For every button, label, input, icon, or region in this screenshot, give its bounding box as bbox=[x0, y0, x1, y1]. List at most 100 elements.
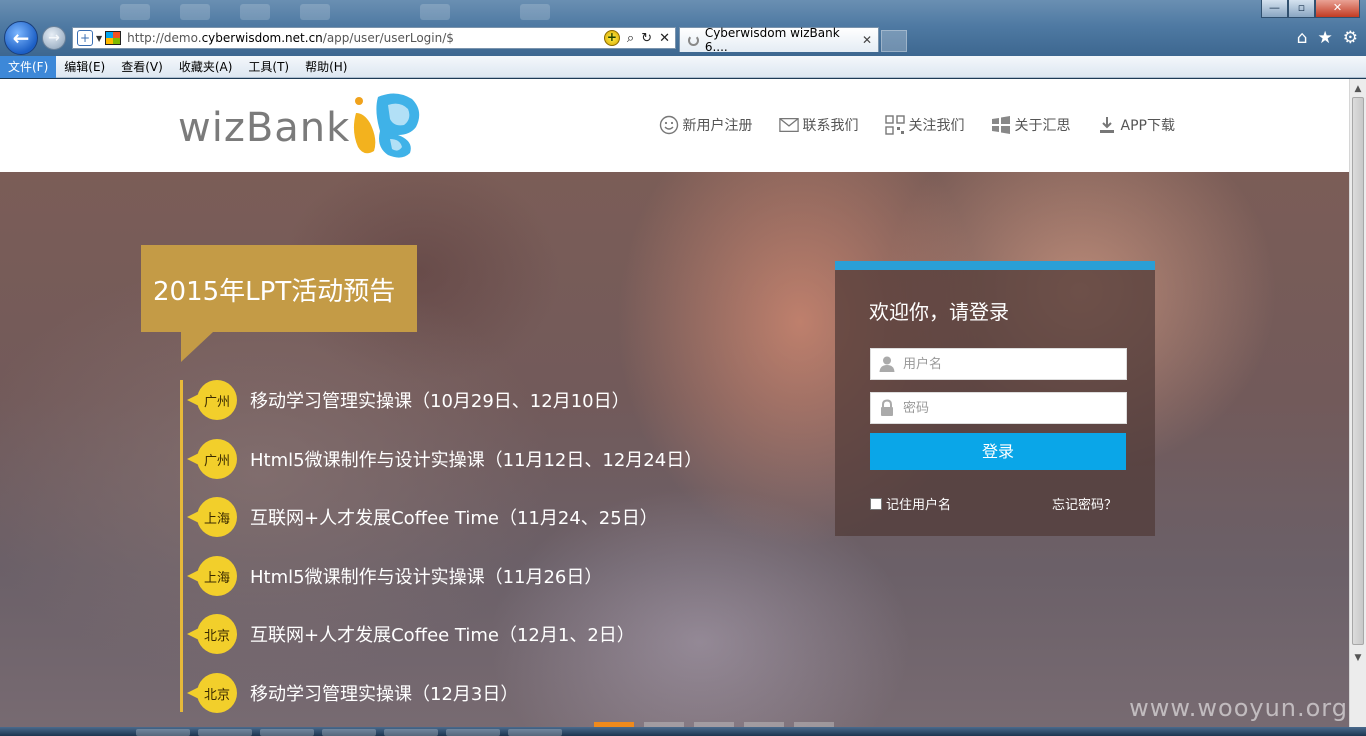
loading-icon bbox=[688, 34, 699, 46]
event-text[interactable]: 移动学习管理实操课（12月3日） bbox=[250, 680, 518, 706]
desktop-deco bbox=[240, 4, 270, 20]
event-item[interactable]: 上海 Html5微课制作与设计实操课（11月26日） bbox=[187, 556, 602, 596]
tab-title: Cyberwisdom wizBank 6.... bbox=[704, 26, 840, 54]
taskbar-item[interactable] bbox=[198, 729, 252, 736]
browser-tab[interactable]: Cyberwisdom wizBank 6.... ✕ bbox=[679, 26, 879, 54]
taskbar-item[interactable] bbox=[446, 729, 500, 736]
address-bar[interactable]: + ▼ http://demo.cyberwisdom.net.cn/app/u… bbox=[72, 27, 676, 49]
event-item[interactable]: 广州 移动学习管理实操课（10月29日、12月10日） bbox=[187, 380, 630, 420]
addon-icon[interactable]: + bbox=[603, 30, 620, 46]
nav-contact[interactable]: 联系我们 bbox=[778, 115, 859, 135]
event-text[interactable]: 互联网+人才发展Coffee Time（11月24、25日） bbox=[250, 504, 658, 530]
nav-contact-label: 联系我们 bbox=[802, 118, 859, 134]
settings-gear-icon[interactable]: ⚙ bbox=[1343, 28, 1358, 48]
smiley-icon bbox=[659, 115, 678, 135]
taskbar-item[interactable] bbox=[260, 729, 314, 736]
windows-icon bbox=[991, 116, 1010, 134]
maximize-button[interactable]: ▫ bbox=[1288, 0, 1315, 18]
city-badge: 北京 bbox=[197, 673, 237, 713]
username-input[interactable] bbox=[903, 350, 1113, 378]
menu-bar: 文件(F) 编辑(E) 查看(V) 收藏夹(A) 工具(T) 帮助(H) bbox=[0, 55, 1366, 78]
browser-titlebar: — ▫ ✕ ← → + ▼ http://demo.cyberwisdom.ne… bbox=[0, 0, 1366, 56]
url-text[interactable]: http://demo.cyberwisdom.net.cn/app/user/… bbox=[127, 31, 454, 45]
minimize-button[interactable]: — bbox=[1261, 0, 1288, 18]
stop-icon[interactable]: ✕ bbox=[659, 31, 670, 46]
nav-follow-label: 关注我们 bbox=[908, 118, 965, 134]
login-title: 欢迎你，请登录 bbox=[869, 300, 1009, 324]
nav-app-download[interactable]: APP下载 bbox=[1097, 115, 1175, 135]
windows-flag-icon bbox=[105, 31, 122, 45]
taskbar-item[interactable] bbox=[508, 729, 562, 736]
watermark: www.wooyun.org bbox=[1129, 694, 1348, 722]
menu-view[interactable]: 查看(V) bbox=[113, 56, 171, 78]
favorites-star-icon[interactable]: ★ bbox=[1318, 28, 1333, 48]
scroll-thumb[interactable] bbox=[1352, 97, 1364, 645]
scroll-up-icon[interactable]: ▲ bbox=[1350, 81, 1366, 97]
menu-tools[interactable]: 工具(T) bbox=[240, 56, 297, 78]
nav-register[interactable]: 新用户注册 bbox=[659, 115, 753, 135]
desktop-deco bbox=[180, 4, 210, 20]
desktop-deco bbox=[520, 4, 550, 20]
close-window-button[interactable]: ✕ bbox=[1315, 0, 1360, 18]
refresh-icon[interactable]: ↻ bbox=[641, 31, 652, 46]
username-field-wrap[interactable] bbox=[870, 348, 1127, 380]
taskbar-item[interactable] bbox=[322, 729, 376, 736]
user-icon bbox=[879, 356, 895, 372]
remember-me[interactable]: 记住用户名 bbox=[870, 494, 951, 513]
window-controls: — ▫ ✕ bbox=[1261, 0, 1360, 18]
forward-button[interactable]: → bbox=[42, 26, 66, 50]
remember-checkbox[interactable] bbox=[870, 497, 882, 510]
desktop-deco bbox=[120, 4, 150, 20]
event-item[interactable]: 北京 互联网+人才发展Coffee Time（12月1、2日） bbox=[187, 614, 635, 654]
menu-edit[interactable]: 编辑(E) bbox=[56, 56, 113, 78]
taskbar-item[interactable] bbox=[384, 729, 438, 736]
menu-help[interactable]: 帮助(H) bbox=[297, 56, 355, 78]
web-page: wizBank 新用户注册 联系我们 关注我们 关于汇思 APP下载 2015年… bbox=[0, 79, 1349, 736]
qr-code-icon bbox=[884, 115, 905, 135]
event-text[interactable]: Html5微课制作与设计实操课（11月12日、12月24日） bbox=[250, 446, 702, 472]
desktop-deco bbox=[420, 4, 450, 20]
event-item[interactable]: 广州 Html5微课制作与设计实操课（11月12日、12月24日） bbox=[187, 439, 702, 479]
event-text[interactable]: 移动学习管理实操课（10月29日、12月10日） bbox=[250, 387, 630, 413]
event-title: 2015年LPT活动预告 bbox=[153, 277, 396, 307]
butterfly-logo-icon[interactable] bbox=[348, 91, 424, 159]
new-tab-button[interactable] bbox=[881, 30, 907, 52]
event-text[interactable]: 互联网+人才发展Coffee Time（12月1、2日） bbox=[250, 621, 635, 647]
timeline-line bbox=[180, 380, 183, 712]
desktop-deco bbox=[300, 4, 330, 20]
forgot-password-link[interactable]: 忘记密码？ bbox=[1052, 494, 1117, 513]
search-icon[interactable]: ⌕ bbox=[627, 31, 634, 46]
nav-register-label: 新用户注册 bbox=[682, 118, 753, 134]
password-field-wrap[interactable] bbox=[870, 392, 1127, 424]
back-button[interactable]: ← bbox=[4, 21, 38, 55]
event-item[interactable]: 上海 互联网+人才发展Coffee Time（11月24、25日） bbox=[187, 497, 658, 537]
city-badge: 广州 bbox=[197, 439, 237, 479]
login-button[interactable]: 登录 bbox=[870, 433, 1126, 470]
event-item[interactable]: 北京 移动学习管理实操课（12月3日） bbox=[187, 673, 518, 713]
city-badge: 广州 bbox=[197, 380, 237, 420]
nav-about[interactable]: 关于汇思 bbox=[991, 115, 1071, 135]
vertical-scrollbar[interactable]: ▲ ▼ bbox=[1349, 79, 1366, 736]
top-nav: 新用户注册 联系我们 关注我们 关于汇思 APP下载 bbox=[659, 115, 1175, 135]
dropdown-icon[interactable]: ▼ bbox=[96, 34, 102, 43]
menu-favorites[interactable]: 收藏夹(A) bbox=[171, 56, 241, 78]
city-badge: 上海 bbox=[197, 497, 237, 537]
event-title-box: 2015年LPT活动预告 bbox=[141, 245, 417, 362]
tab-close-icon[interactable]: ✕ bbox=[862, 33, 872, 47]
city-badge: 北京 bbox=[197, 614, 237, 654]
password-input[interactable] bbox=[903, 394, 1113, 422]
nav-app-download-label: APP下载 bbox=[1120, 118, 1175, 134]
home-icon[interactable]: ⌂ bbox=[1297, 28, 1308, 48]
hero-banner: 2015年LPT活动预告 广州 移动学习管理实操课（10月29日、12月10日）… bbox=[0, 172, 1349, 736]
envelope-icon bbox=[778, 118, 799, 132]
menu-file[interactable]: 文件(F) bbox=[0, 55, 57, 78]
taskbar-item[interactable] bbox=[136, 729, 190, 736]
logo-text[interactable]: wizBank bbox=[178, 105, 350, 151]
compat-icon[interactable]: + bbox=[77, 30, 93, 46]
remember-label: 记住用户名 bbox=[886, 498, 952, 513]
login-panel: 欢迎你，请登录 登录 记住用户名 忘记密码？ bbox=[835, 261, 1155, 536]
event-text[interactable]: Html5微课制作与设计实操课（11月26日） bbox=[250, 563, 602, 589]
scroll-down-icon[interactable]: ▼ bbox=[1350, 650, 1366, 666]
nav-follow[interactable]: 关注我们 bbox=[884, 115, 965, 135]
lock-icon bbox=[881, 399, 893, 416]
